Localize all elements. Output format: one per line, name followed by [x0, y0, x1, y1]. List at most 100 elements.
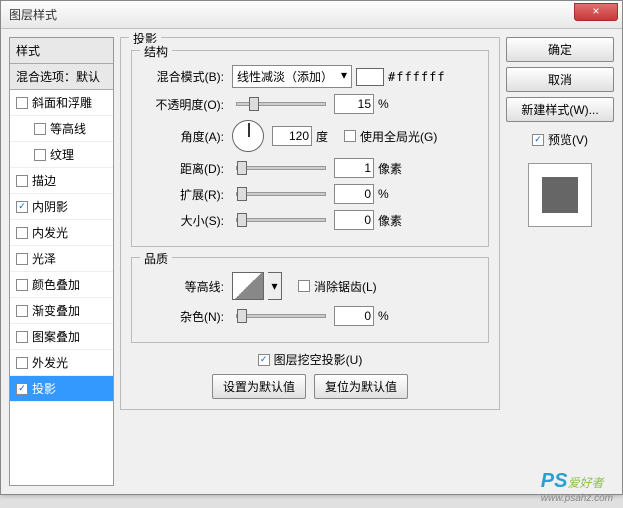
style-label: 光泽	[32, 250, 56, 267]
style-item-7[interactable]: 颜色叠加	[10, 272, 113, 298]
style-item-11[interactable]: ✓ 投影	[10, 376, 113, 402]
contour-label: 等高线:	[142, 278, 228, 295]
style-label: 投影	[32, 380, 56, 397]
style-checkbox[interactable]	[16, 227, 28, 239]
spread-slider[interactable]	[236, 192, 326, 196]
style-label: 颜色叠加	[32, 276, 80, 293]
distance-input[interactable]	[334, 158, 374, 178]
anti-alias-label: 消除锯齿(L)	[314, 278, 377, 295]
watermark-ps: PS	[541, 470, 568, 492]
style-checkbox[interactable]	[16, 175, 28, 187]
titlebar[interactable]: 图层样式 ×	[1, 1, 622, 29]
watermark: PS爱好者 www.psahz.com	[541, 470, 613, 504]
global-light-label: 使用全局光(G)	[360, 128, 437, 145]
style-checkbox[interactable]	[16, 331, 28, 343]
style-checkbox[interactable]	[16, 357, 28, 369]
style-item-2[interactable]: 纹理	[10, 142, 113, 168]
ok-button[interactable]: 确定	[506, 37, 614, 62]
style-checkbox[interactable]	[34, 149, 46, 161]
style-item-9[interactable]: 图案叠加	[10, 324, 113, 350]
size-slider[interactable]	[236, 218, 326, 222]
preview-swatch	[542, 177, 578, 213]
drop-shadow-group: 投影 结构 混合模式(B): 线性减淡（添加）▾ #ffffff 不透明度(O)…	[120, 37, 500, 410]
percent-label: %	[378, 97, 389, 111]
styles-header[interactable]: 样式	[10, 38, 113, 64]
style-label: 图案叠加	[32, 328, 80, 345]
chevron-down-icon: ▾	[341, 68, 347, 85]
style-label: 等高线	[50, 120, 86, 137]
settings-panel: 投影 结构 混合模式(B): 线性减淡（添加）▾ #ffffff 不透明度(O)…	[120, 37, 500, 486]
window-title: 图层样式	[9, 6, 57, 23]
contour-dropdown-arrow[interactable]: ▾	[268, 272, 282, 300]
style-item-1[interactable]: 等高线	[10, 116, 113, 142]
angle-label: 角度(A):	[142, 128, 228, 145]
style-item-10[interactable]: 外发光	[10, 350, 113, 376]
style-checkbox[interactable]	[34, 123, 46, 135]
style-checkbox[interactable]	[16, 253, 28, 265]
new-style-button[interactable]: 新建样式(W)...	[506, 97, 614, 122]
style-item-8[interactable]: 渐变叠加	[10, 298, 113, 324]
style-item-6[interactable]: 光泽	[10, 246, 113, 272]
style-label: 内阴影	[32, 198, 68, 215]
cancel-button[interactable]: 取消	[506, 67, 614, 92]
size-label: 大小(S):	[142, 212, 228, 229]
px-label-2: 像素	[378, 212, 402, 229]
global-light-checkbox[interactable]	[344, 130, 356, 142]
style-label: 外发光	[32, 354, 68, 371]
hex-label: #ffffff	[388, 70, 446, 84]
noise-label: 杂色(N):	[142, 308, 228, 325]
style-label: 内发光	[32, 224, 68, 241]
reset-default-button[interactable]: 复位为默认值	[314, 374, 408, 399]
size-input[interactable]	[334, 210, 374, 230]
degree-label: 度	[316, 128, 328, 145]
preview-box	[528, 163, 592, 227]
opacity-label: 不透明度(O):	[142, 96, 228, 113]
blend-mode-value: 线性减淡（添加）	[237, 68, 333, 85]
style-label: 描边	[32, 172, 56, 189]
spread-input[interactable]	[334, 184, 374, 204]
angle-input[interactable]	[272, 126, 312, 146]
dialog-buttons-panel: 确定 取消 新建样式(W)... ✓ 预览(V)	[506, 37, 614, 486]
distance-label: 距离(D):	[142, 160, 228, 177]
preview-label: 预览(V)	[548, 131, 588, 148]
blend-mode-label: 混合模式(B):	[142, 68, 228, 85]
style-checkbox[interactable]	[16, 305, 28, 317]
style-item-3[interactable]: 描边	[10, 168, 113, 194]
styles-list-panel: 样式 混合选项：默认 斜面和浮雕等高线纹理描边 ✓ 内阴影内发光光泽颜色叠加渐变叠加…	[9, 37, 114, 486]
watermark-url: www.psahz.com	[541, 493, 613, 504]
preview-checkbox[interactable]: ✓	[532, 134, 544, 146]
style-label: 纹理	[50, 146, 74, 163]
style-checkbox[interactable]: ✓	[16, 383, 28, 395]
style-item-4[interactable]: ✓ 内阴影	[10, 194, 113, 220]
quality-group: 品质 等高线: ▾ 消除锯齿(L) 杂色(N): %	[131, 257, 489, 343]
structure-group: 结构 混合模式(B): 线性减淡（添加）▾ #ffffff 不透明度(O): %	[131, 50, 489, 247]
make-default-button[interactable]: 设置为默认值	[212, 374, 306, 399]
contour-picker[interactable]	[232, 272, 264, 300]
px-label: 像素	[378, 160, 402, 177]
style-checkbox[interactable]: ✓	[16, 201, 28, 213]
style-label: 斜面和浮雕	[32, 94, 92, 111]
layer-style-dialog: 图层样式 × 样式 混合选项：默认 斜面和浮雕等高线纹理描边 ✓ 内阴影内发光光泽颜…	[0, 0, 623, 495]
opacity-slider[interactable]	[236, 102, 326, 106]
close-button[interactable]: ×	[574, 3, 618, 21]
knockout-checkbox[interactable]: ✓	[258, 354, 270, 366]
style-item-5[interactable]: 内发光	[10, 220, 113, 246]
style-item-0[interactable]: 斜面和浮雕	[10, 90, 113, 116]
noise-input[interactable]	[334, 306, 374, 326]
blend-mode-dropdown[interactable]: 线性减淡（添加） ▾	[232, 65, 352, 88]
style-checkbox[interactable]	[16, 97, 28, 109]
opacity-input[interactable]	[334, 94, 374, 114]
spread-label: 扩展(R):	[142, 186, 228, 203]
style-checkbox[interactable]	[16, 279, 28, 291]
distance-slider[interactable]	[236, 166, 326, 170]
quality-title: 品质	[140, 250, 172, 267]
color-swatch[interactable]	[356, 68, 384, 86]
structure-title: 结构	[140, 43, 172, 60]
angle-dial[interactable]	[232, 120, 264, 152]
anti-alias-checkbox[interactable]	[298, 280, 310, 292]
percent-label-2: %	[378, 187, 389, 201]
noise-slider[interactable]	[236, 314, 326, 318]
watermark-text: 爱好者	[567, 476, 603, 490]
blend-options-default[interactable]: 混合选项：默认	[10, 64, 113, 90]
percent-label-3: %	[378, 309, 389, 323]
